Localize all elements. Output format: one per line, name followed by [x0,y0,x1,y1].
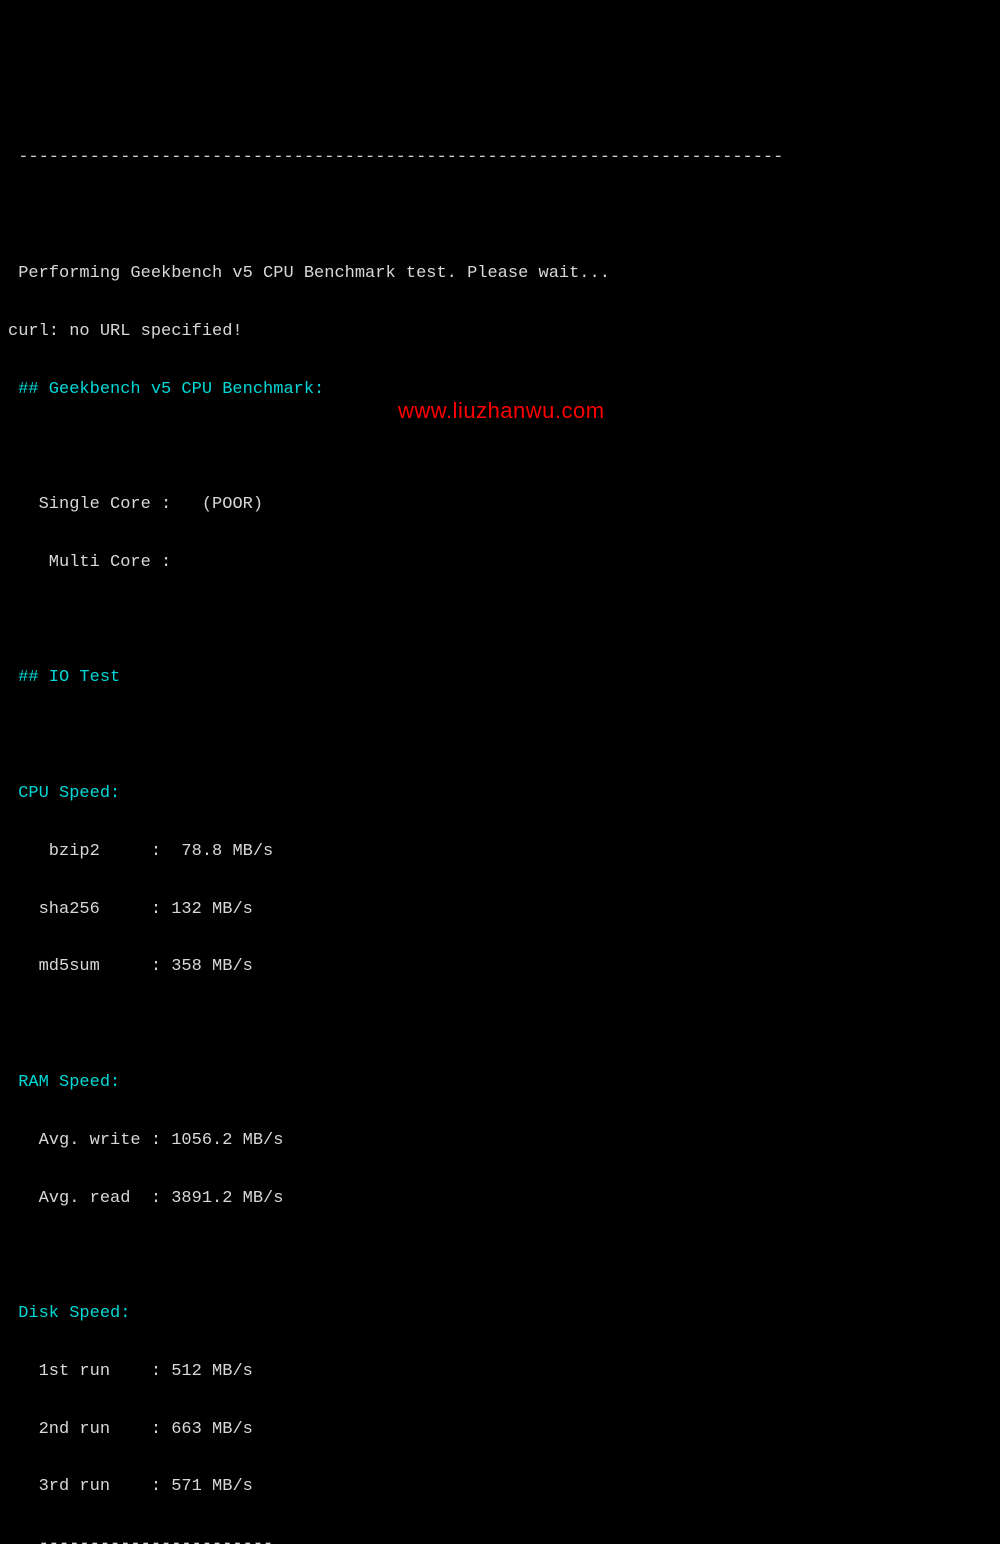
ram-write-label: Avg. write : [8,1131,161,1150]
performing-line: Performing Geekbench v5 CPU Benchmark te… [8,260,992,289]
curl-error-line: curl: no URL specified! [8,318,992,347]
io-test-header: ## IO Test [8,664,992,693]
blank-line [8,1011,992,1040]
watermark-text: www.liuzhanwu.com [398,392,605,429]
blank-line [8,433,992,462]
single-core-label: Single Core : [8,495,181,514]
disk-run3-label: 3rd run : [8,1477,161,1496]
md5sum-label: md5sum : [8,957,161,976]
md5sum-row: md5sum : 358 MB/s [8,953,992,982]
sha256-label: sha256 : [8,900,161,919]
multi-core-label: Multi Core : [8,553,181,572]
ram-write-row: Avg. write : 1056.2 MB/s [8,1127,992,1156]
blank-line [8,1242,992,1271]
disk-speed-header: Disk Speed: [8,1300,992,1329]
ram-read-row: Avg. read : 3891.2 MB/s [8,1185,992,1214]
disk-run2-value: 663 MB/s [161,1420,253,1439]
disk-run2-label: 2nd run : [8,1420,161,1439]
ram-read-label: Avg. read : [8,1189,161,1208]
multi-core-row: Multi Core : [8,549,992,578]
cpu-speed-header: CPU Speed: [8,780,992,809]
blank-line [8,607,992,636]
blank-line [8,202,992,231]
ram-write-value: 1056.2 MB/s [161,1131,283,1150]
ram-read-value: 3891.2 MB/s [161,1189,283,1208]
terminal-output: ----------------------------------------… [0,116,1000,1544]
single-core-row: Single Core : (POOR) [8,491,992,520]
disk-run3-value: 571 MB/s [161,1477,253,1496]
bzip2-row: bzip2 : 78.8 MB/s [8,838,992,867]
disk-run2-row: 2nd run : 663 MB/s [8,1416,992,1445]
md5sum-value: 358 MB/s [161,957,253,976]
disk-run3-row: 3rd run : 571 MB/s [8,1473,992,1502]
single-core-value: (POOR) [181,495,263,514]
disk-run1-value: 512 MB/s [161,1362,253,1381]
blank-line [8,722,992,751]
sha256-value: 132 MB/s [161,900,253,919]
bzip2-value: 78.8 MB/s [161,842,273,861]
bzip2-label: bzip2 : [8,842,161,861]
separator-line: ----------------------------------------… [8,144,992,173]
disk-inner-separator: ----------------------- [8,1531,992,1544]
ram-speed-header: RAM Speed: [8,1069,992,1098]
disk-run1-row: 1st run : 512 MB/s [8,1358,992,1387]
sha256-row: sha256 : 132 MB/s [8,896,992,925]
disk-run1-label: 1st run : [8,1362,161,1381]
